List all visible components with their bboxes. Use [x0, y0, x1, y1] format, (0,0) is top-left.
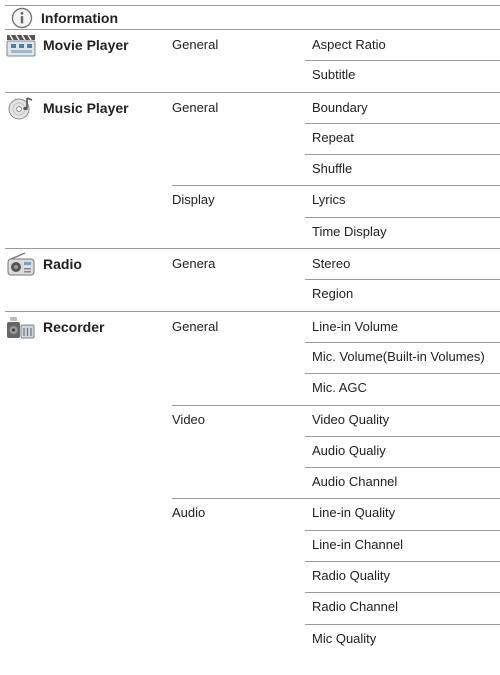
menu-group-label[interactable]: General — [172, 30, 302, 60]
menu-row: Mic. AGC — [5, 373, 500, 404]
recorder-title: Recorder — [43, 318, 105, 335]
information-title: Information — [41, 10, 118, 26]
menu-group-label[interactable]: Genera — [172, 249, 302, 279]
section-music-player[interactable]: Music Player General Boundary — [5, 91, 500, 123]
menu-item-audio-quality[interactable]: Audio Qualiy — [312, 436, 500, 466]
menu-item-time-display[interactable]: Time Display — [312, 217, 500, 247]
settings-menu-tree: Information Movie Player General Aspect … — [5, 5, 500, 655]
menu-item-radio-quality[interactable]: Radio Quality — [312, 561, 500, 591]
movie-player-header: Movie Player — [5, 30, 165, 60]
menu-item-audio-channel[interactable]: Audio Channel — [312, 467, 500, 497]
menu-row: Subtitle — [5, 60, 500, 91]
menu-item-mic-volume[interactable]: Mic. Volume(Built-in Volumes) — [312, 342, 500, 372]
music-player-title: Music Player — [43, 99, 129, 116]
menu-item-radio-channel[interactable]: Radio Channel — [312, 592, 500, 622]
menu-item-boundary[interactable]: Boundary — [312, 93, 500, 123]
menu-row: Region — [5, 279, 500, 310]
menu-row: Line-in Channel — [5, 529, 500, 561]
menu-item-line-in-quality[interactable]: Line-in Quality — [312, 498, 500, 528]
menu-row: Video Video Quality — [5, 404, 500, 436]
section-information[interactable]: Information — [5, 5, 500, 29]
radio-icon — [5, 251, 37, 277]
menu-item-lyrics[interactable]: Lyrics — [312, 185, 500, 215]
radio-title: Radio — [43, 256, 82, 273]
menu-row: Display Lyrics — [5, 185, 500, 216]
menu-group-label[interactable]: General — [172, 93, 302, 123]
section-recorder[interactable]: Recorder General Line-in Volume — [5, 310, 500, 342]
menu-item-subtitle[interactable]: Subtitle — [312, 60, 500, 90]
menu-item-repeat[interactable]: Repeat — [312, 123, 500, 153]
menu-item-mic-quality[interactable]: Mic Quality — [312, 624, 500, 654]
menu-group-label[interactable]: Audio — [172, 498, 302, 528]
radio-header: Radio — [5, 249, 165, 279]
menu-item-region[interactable]: Region — [312, 279, 500, 309]
menu-group-label[interactable]: Display — [172, 185, 302, 215]
section-movie-player[interactable]: Movie Player General Aspect Ratio — [5, 29, 500, 60]
section-radio[interactable]: Radio Genera Stereo — [5, 248, 500, 279]
menu-row: Audio Line-in Quality — [5, 498, 500, 529]
music-player-header: Music Player — [5, 93, 165, 123]
menu-row: Audio Channel — [5, 467, 500, 498]
menu-item-video-quality[interactable]: Video Quality — [312, 405, 500, 435]
information-header: Information — [5, 6, 165, 30]
menu-group-label[interactable]: Video — [172, 405, 302, 435]
menu-item-mic-agc[interactable]: Mic. AGC — [312, 373, 500, 403]
menu-row: Time Display — [5, 216, 500, 248]
menu-item-line-in-channel[interactable]: Line-in Channel — [312, 530, 500, 560]
clapperboard-icon — [5, 32, 37, 58]
menu-row: Shuffle — [5, 154, 500, 185]
recorder-icon — [5, 314, 37, 340]
menu-item-shuffle[interactable]: Shuffle — [312, 154, 500, 184]
recorder-header: Recorder — [5, 312, 165, 342]
menu-row: Audio Qualiy — [5, 435, 500, 467]
menu-group-label[interactable]: General — [172, 312, 302, 342]
menu-row: Mic. Volume(Built-in Volumes) — [5, 341, 500, 373]
info-circle-icon — [11, 7, 33, 29]
menu-row: Radio Channel — [5, 592, 500, 623]
menu-row: Repeat — [5, 122, 500, 154]
music-cd-icon — [5, 95, 37, 121]
menu-row: Radio Quality — [5, 561, 500, 592]
menu-item-aspect-ratio[interactable]: Aspect Ratio — [312, 30, 500, 60]
menu-row: Mic Quality — [5, 623, 500, 655]
menu-item-stereo[interactable]: Stereo — [312, 249, 500, 279]
movie-player-title: Movie Player — [43, 37, 129, 53]
menu-item-line-in-volume[interactable]: Line-in Volume — [312, 312, 500, 342]
